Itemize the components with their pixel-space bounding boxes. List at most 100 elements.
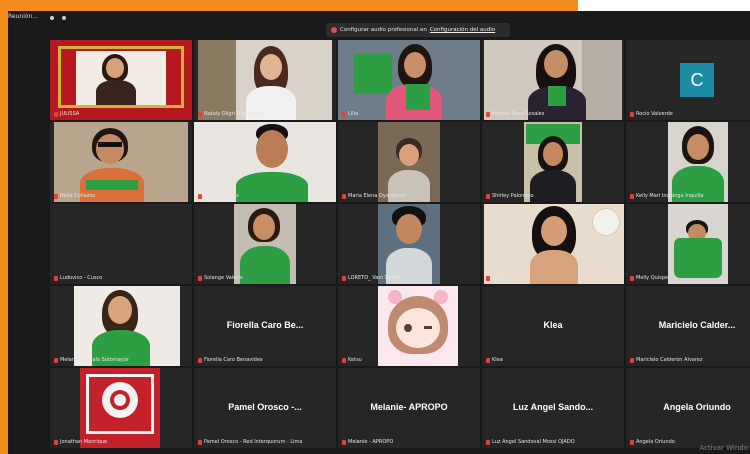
participant-video xyxy=(80,368,160,448)
video-tile-melanie-arevalo[interactable]: Melanie Arévalo Sotomayor xyxy=(50,286,192,366)
participant-name: Fiorella Baca Rosales xyxy=(486,111,544,117)
name-tile-angela[interactable]: Angela Oriundo Angela Oriundo xyxy=(626,368,750,448)
video-tile-nataly[interactable]: Nataly Dilgrí Geo-Paucar xyxy=(194,40,336,120)
participant-display-name: Klea xyxy=(543,320,563,330)
window-control-icon[interactable] xyxy=(62,16,66,20)
participant-video xyxy=(668,122,728,202)
participant-name: Jonathan Manrique xyxy=(54,439,107,445)
mic-muted-icon xyxy=(630,439,634,445)
video-tile-julissa[interactable]: JULISSA xyxy=(50,40,192,120)
participant-video xyxy=(524,122,582,202)
mic-muted-icon xyxy=(198,357,202,363)
video-tile-loreto[interactable]: LORETO_ Vani Dávila xyxy=(338,204,480,284)
video-tile-kelly[interactable]: Kelly Mari Inquinga Inquilla xyxy=(626,122,750,202)
audio-notice: Configurar audio profesional en Configur… xyxy=(326,23,510,37)
mic-muted-icon xyxy=(54,111,58,117)
participant-name: Solange Valerio xyxy=(198,275,243,281)
participant-name: Aela xyxy=(486,275,503,281)
video-tile-lilia[interactable]: Lilia xyxy=(338,40,480,120)
name-tile-melanie-apropo[interactable]: Melanie- APROPO Melanie - APROPO xyxy=(338,368,480,448)
name-tile-luz-angel[interactable]: Luz Angel Sando... Luz Angel Sandoval Mo… xyxy=(482,368,624,448)
meeting-window: Reunión... Configurar audio profesional … xyxy=(8,11,750,454)
participant-name: Klea xyxy=(486,357,503,363)
name-tile-pamel[interactable]: Pamel Orosco -... Pamel Orosco - Red Int… xyxy=(194,368,336,448)
participant-display-name: Luz Angel Sando... xyxy=(512,402,594,412)
participant-name: Kelly Mari Inquinga Inquilla xyxy=(630,193,703,199)
participant-video xyxy=(50,40,192,120)
video-tile-nella[interactable]: Nella Collazos xyxy=(50,122,192,202)
participant-name: Maricielo Calderón Álvarez xyxy=(630,357,703,363)
mic-muted-icon xyxy=(198,275,202,281)
mic-muted-icon xyxy=(630,275,634,281)
participant-video xyxy=(338,40,480,120)
video-tile-fiorella-baca[interactable]: Fiorella Baca Rosales xyxy=(482,40,624,120)
participant-name: Maria Elena Oyanguren xyxy=(342,193,407,199)
mic-muted-icon xyxy=(342,357,346,363)
mic-muted-icon xyxy=(54,357,58,363)
participant-video xyxy=(74,286,180,366)
video-tile-aela[interactable]: Aela xyxy=(482,204,624,284)
participant-video xyxy=(54,122,188,202)
participant-video xyxy=(198,40,332,120)
video-tile-ketsu[interactable]: Ketsu xyxy=(338,286,480,366)
avatar-tile-rocio[interactable]: C Rocío Valverde xyxy=(626,40,750,120)
mic-muted-icon xyxy=(342,275,346,281)
blank-tile-ludovico[interactable]: Ludovico - Cusco xyxy=(50,204,192,284)
mic-muted-icon xyxy=(54,439,58,445)
video-tile-melly[interactable]: Melly Quispe xyxy=(626,204,750,284)
mic-muted-icon xyxy=(342,439,346,445)
participant-name: Melly Quispe xyxy=(630,275,668,281)
participant-name: Luz Angel Sandoval Mossi OJADO xyxy=(486,439,575,445)
participant-video xyxy=(194,122,336,202)
mic-muted-icon xyxy=(198,439,202,445)
participant-name: Lilia xyxy=(342,111,358,117)
participant-video xyxy=(378,122,440,202)
mic-muted-icon xyxy=(486,439,490,445)
name-tile-klea[interactable]: Klea Klea xyxy=(482,286,624,366)
participant-name: Nataly Dilgrí Geo-Paucar xyxy=(198,111,265,117)
audio-notice-text: Configurar audio profesional en xyxy=(340,27,427,33)
participant-display-name: Pamel Orosco -... xyxy=(228,402,302,412)
participant-display-name: Angela Oriundo xyxy=(663,402,731,412)
participant-video xyxy=(484,204,624,284)
participant-video xyxy=(378,286,458,366)
participant-name: Shirley Palomino xyxy=(486,193,534,199)
video-tile-maria-elena[interactable]: Maria Elena Oyanguren xyxy=(338,122,480,202)
windows-activation-watermark: Activar Windo xyxy=(699,444,748,452)
video-tile-shirley[interactable]: Shirley Palomino xyxy=(482,122,624,202)
participant-video xyxy=(234,204,296,284)
participant-display-name: Maricielo Calder... xyxy=(658,320,736,330)
name-tile-maricielo[interactable]: Maricielo Calder... Maricielo Calderón Á… xyxy=(626,286,750,366)
participant-video xyxy=(668,204,728,284)
video-tile-solange[interactable]: Solange Valerio xyxy=(194,204,336,284)
participant-name: Jonas Paredes xyxy=(198,193,239,199)
participant-name: Fiorella Caro Benavides xyxy=(198,357,263,363)
participant-name: Rocío Valverde xyxy=(630,111,673,117)
participant-display-name: Fiorella Caro Be... xyxy=(226,320,304,330)
audio-settings-link[interactable]: Configuración del audio xyxy=(430,27,495,33)
participant-name: LORETO_ Vani Dávila xyxy=(342,275,400,281)
window-control-icon[interactable] xyxy=(50,16,54,20)
name-tile-fiorella-caro[interactable]: Fiorella Caro Be... Fiorella Caro Benavi… xyxy=(194,286,336,366)
participant-name: Ludovico - Cusco xyxy=(54,275,102,281)
mic-muted-icon xyxy=(486,193,490,199)
mic-muted-icon xyxy=(54,193,58,199)
mic-muted-icon xyxy=(54,275,58,281)
audio-icon xyxy=(331,27,337,33)
orange-frame-top xyxy=(0,0,578,11)
mic-muted-icon xyxy=(486,357,490,363)
mic-muted-icon xyxy=(486,275,490,281)
participant-video xyxy=(378,204,440,284)
mic-muted-icon xyxy=(630,111,634,117)
video-tile-jonathan[interactable]: Jonathan Manrique xyxy=(50,368,192,448)
participant-name: Melanie Arévalo Sotomayor xyxy=(54,357,129,363)
mic-muted-icon xyxy=(198,193,202,199)
mic-muted-icon xyxy=(198,111,202,117)
mic-muted-icon xyxy=(630,193,634,199)
mic-muted-icon xyxy=(342,111,346,117)
mic-muted-icon xyxy=(630,357,634,363)
video-tile-jonas[interactable]: Jonas Paredes xyxy=(194,122,336,202)
participant-display-name: Melanie- APROPO xyxy=(370,402,448,412)
participant-name: Pamel Orosco - Red Interquorum - Lima xyxy=(198,439,302,445)
participant-name: Angela Oriundo xyxy=(630,439,675,445)
